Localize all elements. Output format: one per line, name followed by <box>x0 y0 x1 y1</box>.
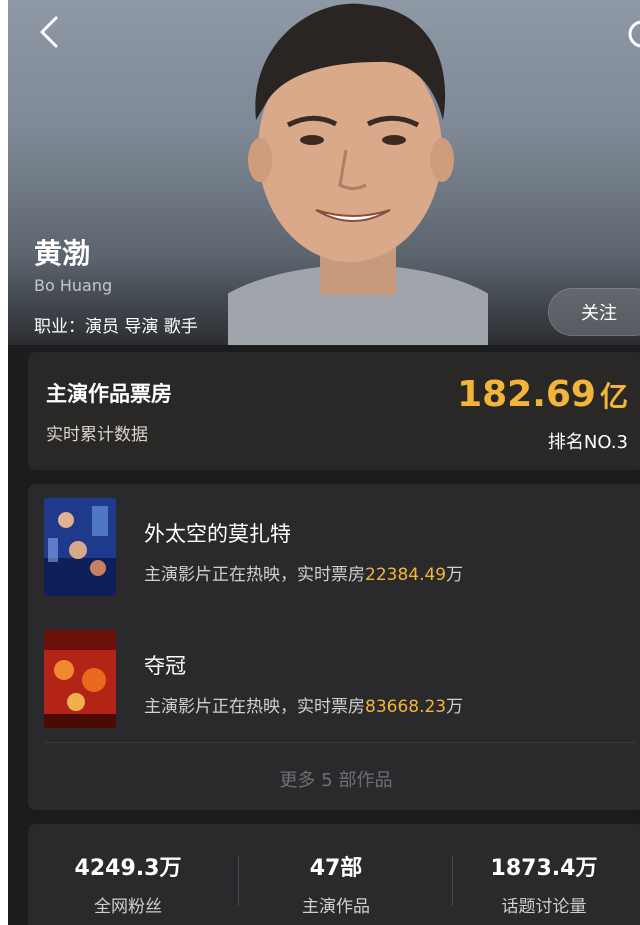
movie-title: 外太空的莫扎特 <box>144 522 291 546</box>
box-office-subtitle: 实时累计数据 <box>46 425 148 445</box>
profile-header: 黄渤 Bo Huang 职业：演员 导演 歌手 关注 <box>8 0 640 345</box>
stat-value: 4249.3万 <box>74 856 182 881</box>
artist-name: 黄渤 <box>34 237 91 270</box>
box-office-rank: 排名NO.3 <box>547 432 628 453</box>
box-office-value: 182.69 <box>457 374 596 415</box>
share-button[interactable] <box>622 14 640 54</box>
stats-card: 4249.3万 全网粉丝 47部 主演作品 1873.4万 话题讨论量 <box>28 824 640 925</box>
list-item[interactable]: 夺冠 主演影片正在热映，实时票房83668.23万 <box>44 630 640 730</box>
movie-gross: 83668.23 <box>365 697 447 717</box>
stat-value: 1873.4万 <box>490 856 598 881</box>
movie-status: 主演影片正在热映，实时票房22384.49万 <box>144 560 463 585</box>
movie-poster <box>44 630 116 728</box>
works-card: 外太空的莫扎特 主演影片正在热映，实时票房22384.49万 夺冠 主演影片正在… <box>28 484 640 810</box>
movie-status-text: 主演影片正在热映，实时票房 <box>144 565 365 585</box>
movie-gross: 22384.49 <box>365 565 447 585</box>
stat-label: 话题讨论量 <box>501 897 587 917</box>
movie-gross-unit: 万 <box>446 565 464 585</box>
star-profile-page: 黄渤 Bo Huang 职业：演员 导演 歌手 关注 主演作品票房 实时累计数据… <box>8 0 640 925</box>
divider <box>44 742 636 743</box>
stat-discussions[interactable]: 1873.4万 话题讨论量 <box>444 850 640 917</box>
stat-fans[interactable]: 4249.3万 全网粉丝 <box>28 850 228 917</box>
artist-name-english: Bo Huang <box>34 276 113 295</box>
stat-label: 主演作品 <box>302 897 370 917</box>
stat-value: 47部 <box>309 856 363 881</box>
back-button[interactable] <box>30 12 70 52</box>
movie-poster <box>44 498 116 596</box>
follow-button[interactable]: 关注 <box>548 288 640 336</box>
movie-title: 夺冠 <box>144 654 186 678</box>
follow-button-label: 关注 <box>581 303 617 324</box>
chevron-left-icon <box>40 16 58 48</box>
movie-gross-unit: 万 <box>446 697 464 717</box>
stat-label: 全网粉丝 <box>94 897 162 917</box>
movie-status: 主演影片正在热映，实时票房83668.23万 <box>144 692 463 717</box>
box-office-total: 182.69 亿 <box>457 374 628 415</box>
movie-status-text: 主演影片正在热映，实时票房 <box>144 697 365 717</box>
stat-works[interactable]: 47部 主演作品 <box>236 850 436 917</box>
share-icon <box>628 20 640 48</box>
more-works-link[interactable]: 更多 5 部作品 <box>28 766 640 792</box>
box-office-card[interactable]: 主演作品票房 实时累计数据 182.69 亿 排名NO.3 <box>28 352 640 470</box>
list-item[interactable]: 外太空的莫扎特 主演影片正在热映，实时票房22384.49万 <box>44 498 640 598</box>
artist-occupation: 职业：演员 导演 歌手 <box>34 317 198 337</box>
box-office-title: 主演作品票房 <box>46 382 172 406</box>
portrait-photo <box>228 3 488 345</box>
box-office-unit: 亿 <box>599 380 628 413</box>
